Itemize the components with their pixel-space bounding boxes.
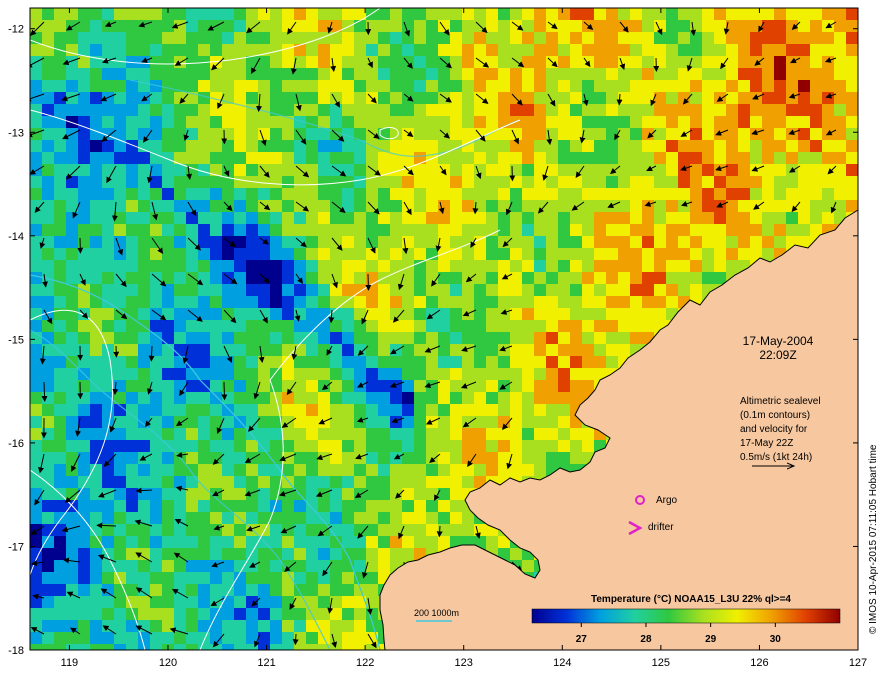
lat-tick-label: -14 [8,231,24,243]
lon-tick-label: 125 [652,657,670,669]
bathy-legend-label: 200 1000m [414,608,459,618]
altimetry-line-4: 17-May 22Z [740,438,793,449]
colorbar-scale [532,609,840,623]
credit-label: © IMOS 10-Apr-2015 07:11:05 Hobart time [868,444,879,634]
colorbar-title: Temperature (°C) NOAA15_L3U 22% ql>=4 [591,594,791,605]
colorbar-tick-label: 29 [705,634,717,645]
lat-tick-label: -18 [8,645,24,657]
argo-label: Argo [656,495,678,506]
lon-tick-label: 124 [553,657,571,669]
lon-tick-label: 127 [849,657,867,669]
lon-tick-label: 122 [356,657,374,669]
drifter-label: drifter [648,522,674,533]
map-figure: -12 -13 -14 -15 -16 -17 -18 119 120 121 122 123 124… [0,0,880,680]
sst-map: -12 -13 -14 -15 -16 -17 -18 119 120 121 122 123 124… [0,0,880,680]
date-label: 17-May-2004 [743,334,814,348]
lat-tick-label: -13 [8,127,24,139]
colorbar-tick-label: 30 [770,634,782,645]
altimetry-line-5: 0.5m/s (1kt 24h) [740,452,812,463]
lat-tick-label: -17 [8,541,24,553]
colorbar-tick-label: 28 [640,634,652,645]
altimetry-line-2: (0.1m contours) [740,410,810,421]
colorbar-tick-label: 27 [576,634,588,645]
lat-tick-label: -16 [8,438,24,450]
altimetry-line-3: and velocity for [740,424,808,435]
lat-tick-label: -15 [8,334,24,346]
time-label: 22:09Z [759,348,796,362]
lon-tick-label: 126 [750,657,768,669]
lon-tick-label: 120 [159,657,177,669]
altimetry-line-1: Altimetric sealevel [740,396,821,407]
lon-tick-label: 119 [61,657,79,669]
lon-tick-label: 121 [257,657,275,669]
lat-tick-label: -12 [8,24,24,36]
lon-tick-label: 123 [455,657,473,669]
